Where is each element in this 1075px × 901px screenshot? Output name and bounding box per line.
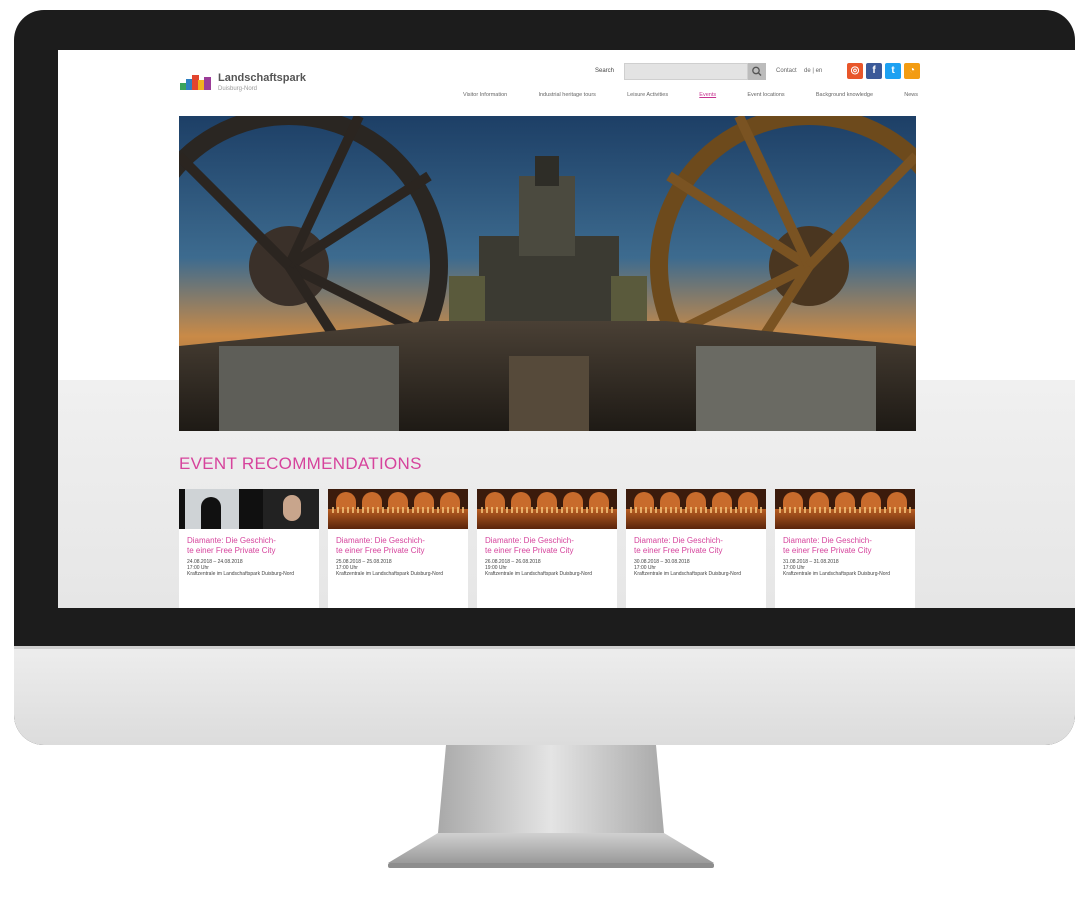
logo-name: Landschaftspark [218,72,307,84]
event-date: 30.08.2018 – 30.08.2018 [634,559,690,565]
nav-item-events[interactable]: Events [699,92,716,104]
event-card[interactable]: Diamante: Die Geschich- te einer Free Pr… [775,489,915,608]
event-title[interactable]: Diamante: Die Geschich- te einer Free Pr… [775,529,915,556]
search-label: Search [595,68,615,74]
event-title[interactable]: Diamante: Die Geschich- te einer Free Pr… [477,529,617,556]
event-date: 24.08.2018 – 24.08.2018 [187,559,243,565]
monitor-chin [14,648,1075,745]
search-button[interactable] [748,63,766,80]
nav-item-visitor-information[interactable]: Visitor Information [463,92,507,104]
event-date: 26.08.2018 – 26.08.2018 [485,559,541,565]
search-icon [752,66,762,76]
event-thumbnail-hall [775,489,915,529]
nav-item-news[interactable]: News [904,92,918,104]
twitter-icon[interactable]: t [885,63,901,79]
event-location: Kraftzentrale im Landschaftspark Duisbur… [634,571,741,577]
event-location: Kraftzentrale im Landschaftspark Duisbur… [485,571,592,577]
event-location: Kraftzentrale im Landschaftspark Duisbur… [336,571,443,577]
event-card[interactable]: Diamante: Die Geschich- te einer Free Pr… [477,489,617,608]
event-card[interactable]: Diamante: Die Geschich- te einer Free Pr… [179,489,319,608]
rss-icon[interactable]: ◔ [904,63,920,79]
nav-item-event-locations[interactable]: Event locations [747,92,784,104]
event-thumbnail-portrait [179,489,319,529]
section-title-event-recommendations: EVENT RECOMMENDATIONS [179,454,422,473]
event-location: Kraftzentrale im Landschaftspark Duisbur… [187,571,294,577]
hero-image [179,116,916,431]
facebook-icon[interactable]: f [866,63,882,79]
event-title[interactable]: Diamante: Die Geschich- te einer Free Pr… [626,529,766,556]
event-card[interactable]: Diamante: Die Geschich- te einer Free Pr… [328,489,468,608]
event-thumbnail-hall [626,489,766,529]
monitor-stand [388,745,714,868]
event-date: 25.08.2018 – 25.08.2018 [336,559,392,565]
chin-edge [14,646,1075,649]
event-title[interactable]: Diamante: Die Geschich- te einer Free Pr… [328,529,468,556]
event-thumbnail-hall [477,489,617,529]
search-input[interactable] [624,63,748,80]
nav-item-leisure-activities[interactable]: Leisure Activities [627,92,668,104]
event-card[interactable]: Diamante: Die Geschich- te einer Free Pr… [626,489,766,608]
main-nav: Visitor Information Industrial heritage … [463,92,918,104]
site-logo[interactable]: Landschaftspark Duisburg-Nord [180,68,330,98]
nav-item-background-knowledge[interactable]: Background knowledge [816,92,873,104]
logo-tagline: Duisburg-Nord [218,86,258,92]
browser-screen: Landschaftspark Duisburg-Nord Search Con… [58,50,1075,608]
nav-item-industrial-heritage-tours[interactable]: Industrial heritage tours [538,92,595,104]
event-date: 31.08.2018 – 31.08.2018 [783,559,839,565]
event-thumbnail-hall [328,489,468,529]
event-title[interactable]: Diamante: Die Geschich- te einer Free Pr… [179,529,319,556]
contact-link[interactable]: Contact [776,68,797,74]
language-switch[interactable]: de | en [804,68,822,74]
logo-icon [180,74,214,90]
event-location: Kraftzentrale im Landschaftspark Duisbur… [783,571,890,577]
instagram-icon[interactable]: ◎ [847,63,863,79]
